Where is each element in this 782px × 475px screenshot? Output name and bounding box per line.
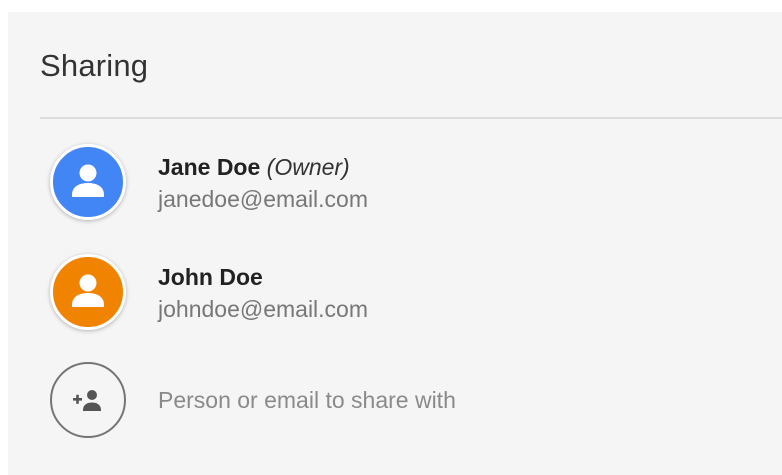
person-row-john: John Doe johndoe@email.com [8, 244, 782, 334]
person-name: Jane Doe (Owner) [158, 154, 350, 181]
owner-badge: (Owner) [266, 154, 350, 180]
person-name: John Doe [158, 264, 263, 291]
header-divider [40, 117, 782, 119]
person-email: johndoe@email.com [158, 296, 369, 322]
add-person-button[interactable] [50, 362, 126, 438]
person-name-text: John Doe [158, 264, 263, 290]
person-row-jane: Jane Doe (Owner) janedoe@email.com [8, 134, 782, 224]
share-person-input[interactable] [158, 382, 718, 418]
person-avatar-icon [50, 254, 126, 330]
sharing-panel: Sharing Jane Doe (Owner) janedoe@email.c… [8, 12, 782, 475]
person-email: janedoe@email.com [158, 186, 369, 212]
person-avatar-icon [50, 144, 126, 220]
person-name-text: Jane Doe [158, 154, 261, 180]
person-add-icon [73, 390, 101, 411]
page-title: Sharing [40, 48, 149, 83]
